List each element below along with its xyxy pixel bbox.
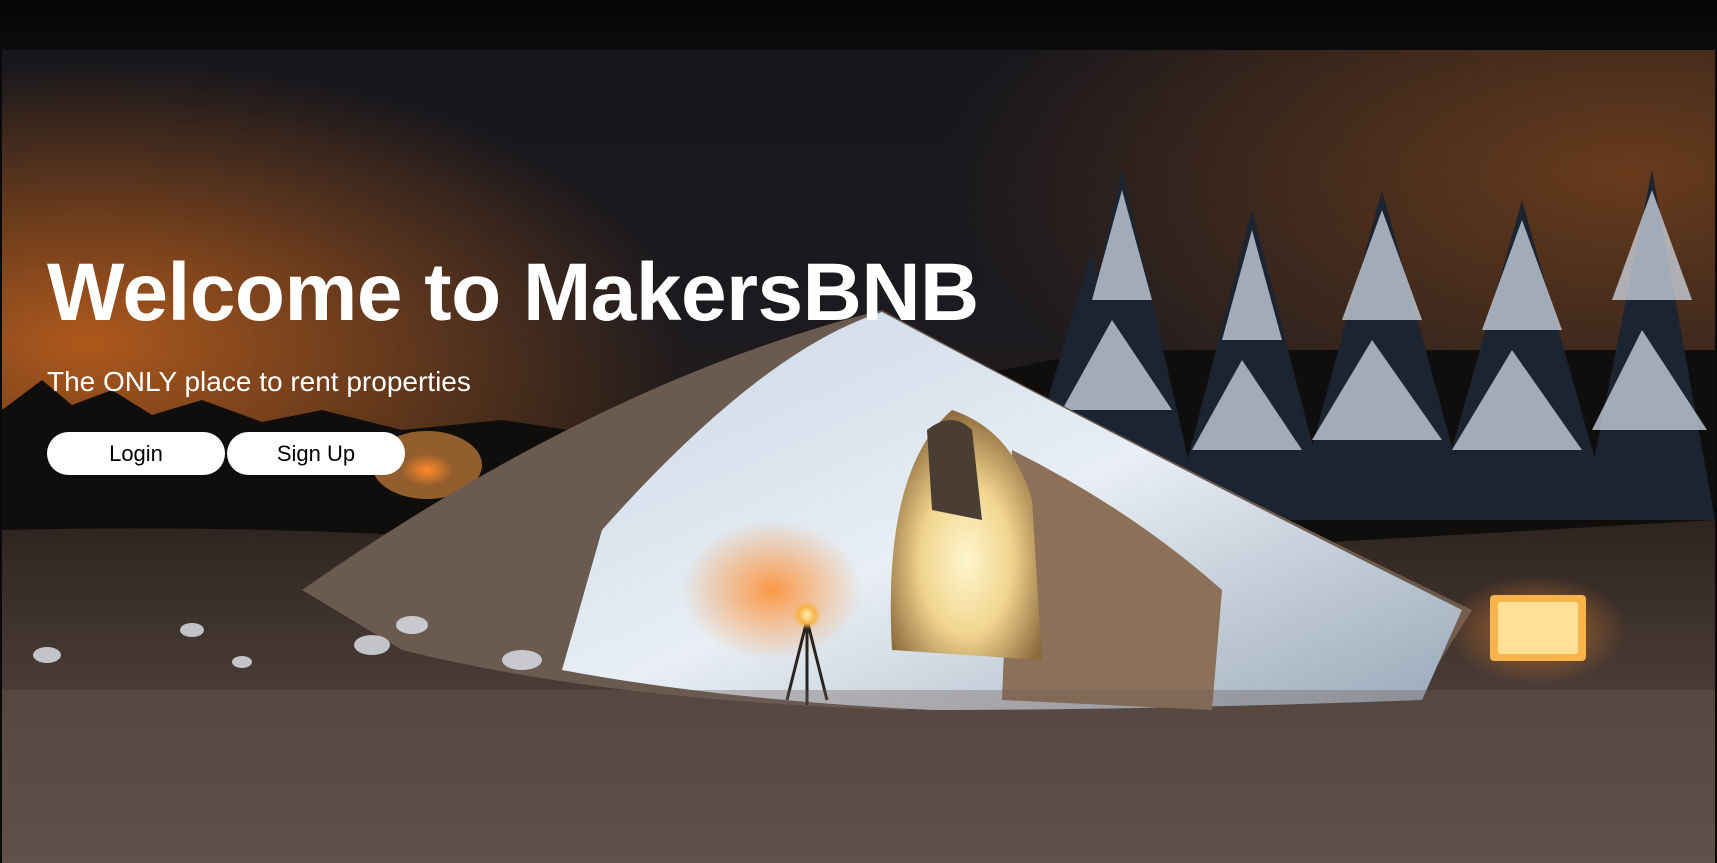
page-title: Welcome to MakersBNB	[47, 247, 979, 338]
hero-actions: Login Sign Up	[47, 432, 979, 475]
tagline: The ONLY place to rent properties	[47, 366, 471, 397]
page: Welcome to MakersBNB The ONLY place to r…	[0, 0, 1717, 863]
top-bar	[0, 0, 1717, 50]
signup-button[interactable]: Sign Up	[227, 432, 405, 475]
login-button[interactable]: Login	[47, 432, 225, 475]
hero-content: Welcome to MakersBNB The ONLY place to r…	[47, 252, 979, 475]
